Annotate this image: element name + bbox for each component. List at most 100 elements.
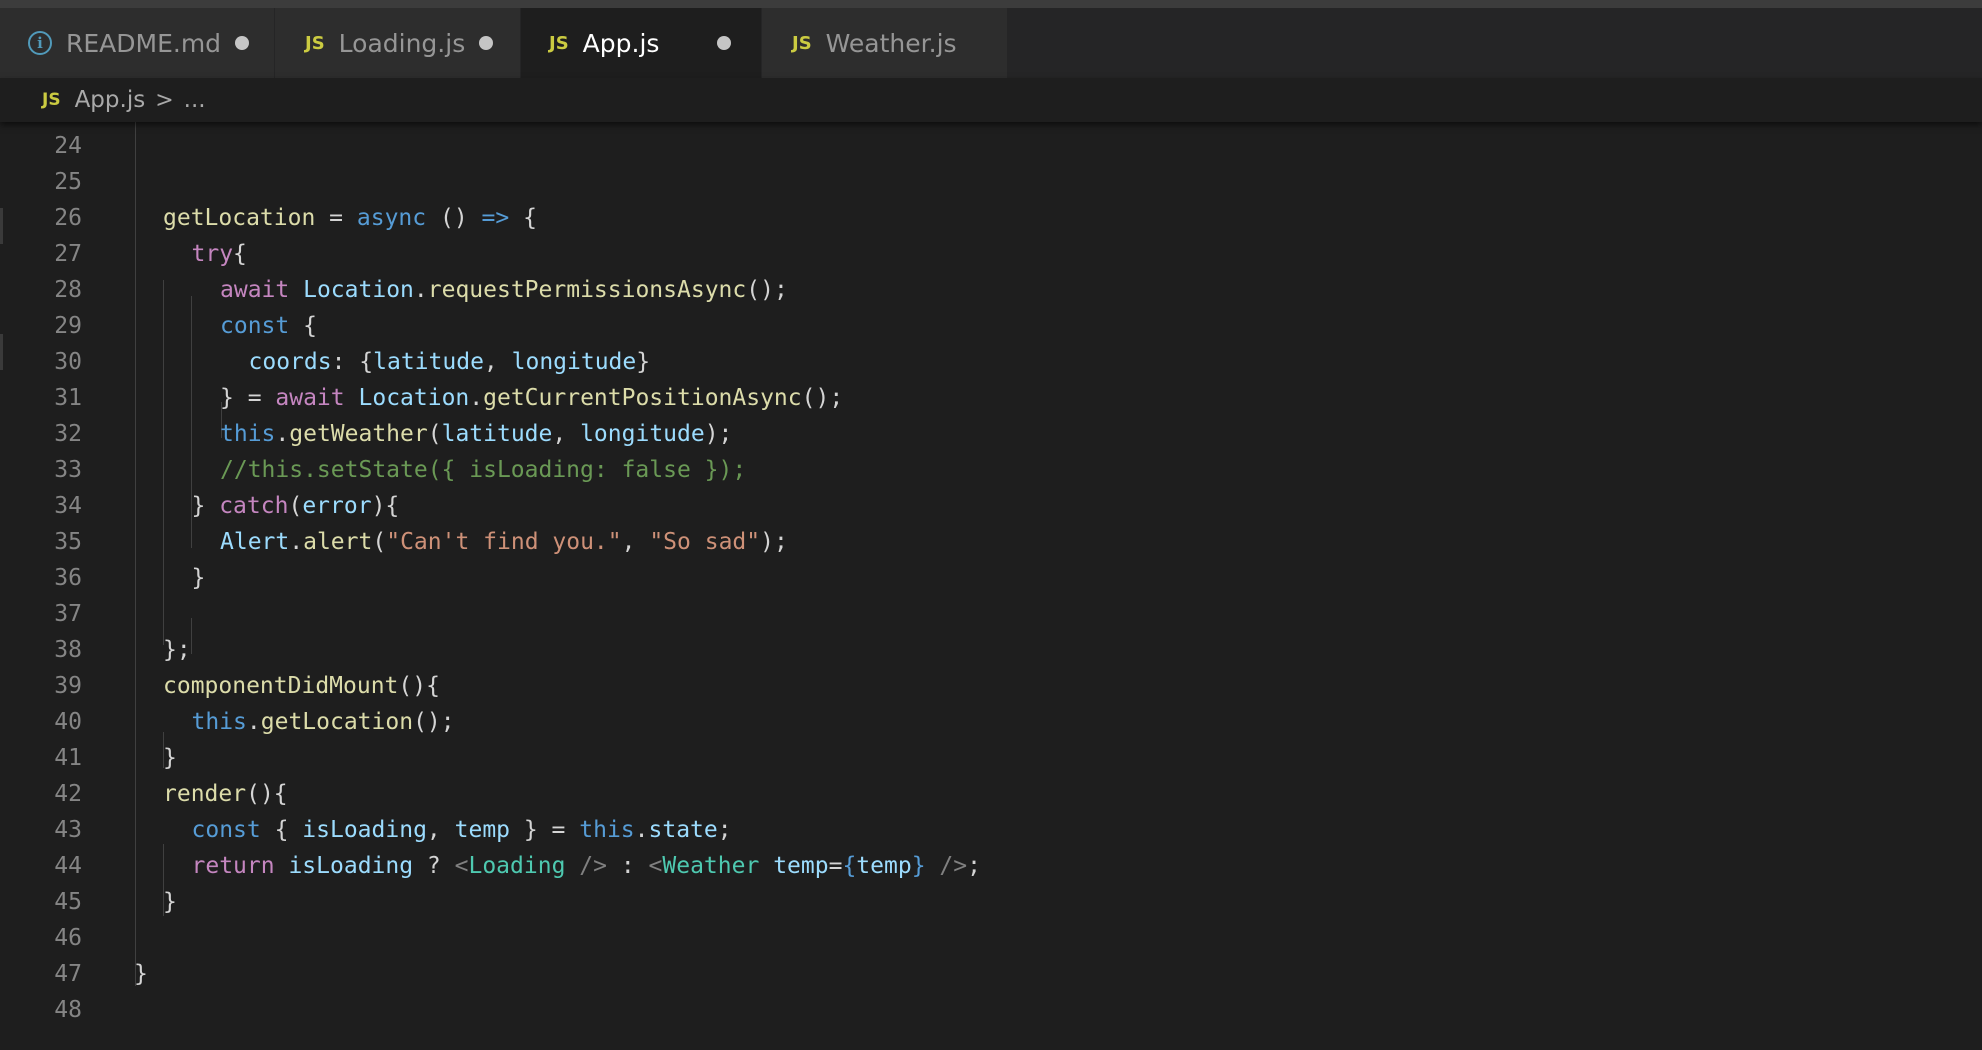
code-line[interactable]: 30 coords: {latitude, longitude} — [0, 344, 1982, 380]
code-token: = — [828, 853, 843, 879]
code-token: < — [454, 853, 469, 879]
code-token: { — [260, 817, 303, 843]
code-token: ? — [413, 853, 455, 879]
code-token: } — [191, 565, 206, 591]
line-number: 34 — [54, 493, 82, 519]
code-text: //this.setState({ isLoading: false }); — [220, 452, 746, 488]
js-file-icon: JS — [549, 32, 569, 54]
unsaved-dot-icon[interactable] — [235, 36, 249, 50]
line-number: 43 — [54, 817, 82, 843]
code-token: /> — [939, 853, 968, 879]
code-line[interactable]: 26 getLocation = async () => { — [0, 200, 1982, 236]
code-token: . — [469, 385, 484, 411]
code-token: getLocation — [260, 709, 414, 735]
code-token: (); — [413, 709, 455, 735]
line-number: 28 — [54, 277, 82, 303]
code-token: < — [648, 853, 663, 879]
code-token: () — [426, 205, 482, 231]
code-token: ){ — [371, 493, 400, 519]
code-token: ( — [427, 421, 442, 447]
code-token: (){ — [398, 673, 440, 699]
breadcrumb-file[interactable]: App.js — [75, 87, 146, 113]
code-line[interactable]: 38}; — [0, 632, 1982, 668]
code-text: this.getLocation(); — [192, 704, 455, 740]
line-number: 44 — [54, 853, 82, 879]
code-line[interactable]: 44 return isLoading ? <Loading /> : <Weat… — [0, 848, 1982, 884]
code-line[interactable]: 31} = await Location.getCurrentPositionA… — [0, 380, 1982, 416]
js-file-icon: JS — [305, 32, 325, 54]
code-text: } — [192, 560, 206, 596]
code-line[interactable]: 42 render(){ — [0, 776, 1982, 812]
code-token: state — [648, 817, 718, 843]
unsaved-dot-icon[interactable] — [479, 36, 493, 50]
code-line[interactable]: 35 Alert.alert("Can't find you.", "So sad… — [0, 524, 1982, 560]
code-line[interactable]: 37 — [0, 596, 1982, 632]
code-line[interactable]: 34} catch(error){ — [0, 488, 1982, 524]
code-token: { — [289, 313, 317, 339]
tab-weather[interactable]: JS Weather.js — [762, 8, 1008, 78]
code-token: { — [842, 853, 857, 879]
code-token: ( — [372, 529, 387, 555]
code-line[interactable]: 29 const { — [0, 308, 1982, 344]
code-token: , — [621, 529, 650, 555]
code-text: await Location.requestPermissionsAsync()… — [220, 272, 788, 308]
code-editor[interactable]: 23242526getLocation = async () => {27try… — [0, 116, 1982, 1050]
code-line[interactable]: 39 componentDidMount(){ — [0, 668, 1982, 704]
breadcrumb-symbols[interactable]: ... — [184, 87, 206, 113]
info-icon: i — [28, 31, 52, 55]
line-number: 36 — [54, 565, 82, 591]
code-token: } — [636, 349, 651, 375]
code-line[interactable]: 43 const { isLoading, temp } = this.state… — [0, 812, 1982, 848]
code-token: this — [191, 709, 247, 735]
tab-loading[interactable]: JS Loading.js — [275, 8, 521, 78]
code-line[interactable]: 33 //this.setState({ isLoading: false }); — [0, 452, 1982, 488]
code-token: //this.setState({ isLoading: false }); — [220, 457, 747, 483]
code-token: const — [191, 817, 261, 843]
code-line[interactable]: 48 — [0, 992, 1982, 1028]
tab-label: Weather.js — [825, 28, 957, 58]
code-line[interactable]: 28 await Location.requestPermissionsAsync… — [0, 272, 1982, 308]
line-number: 35 — [54, 529, 82, 555]
line-number: 47 — [54, 961, 82, 987]
line-number: 25 — [54, 169, 82, 195]
unsaved-dot-icon[interactable] — [717, 36, 731, 50]
code-line[interactable]: 36} — [0, 560, 1982, 596]
line-number: 30 — [54, 349, 82, 375]
code-token: alert — [303, 529, 373, 555]
code-line[interactable]: 41} — [0, 740, 1982, 776]
code-line[interactable]: 27 try{ — [0, 236, 1982, 272]
code-token: . — [289, 529, 304, 555]
code-line[interactable]: 32 this.getWeather(latitude, longitude); — [0, 416, 1982, 452]
tab-label: Loading.js — [338, 28, 466, 58]
breadcrumb: JS App.js > ... — [0, 78, 1982, 122]
code-token: (){ — [246, 781, 288, 807]
code-token: /> — [579, 853, 607, 879]
code-token: await — [275, 385, 345, 411]
code-text: render(){ — [163, 776, 288, 812]
tab-readme[interactable]: i README.md — [0, 8, 275, 78]
code-text: try{ — [192, 236, 247, 272]
code-token: Alert — [220, 529, 290, 555]
tab-app[interactable]: JS App.js — [521, 8, 762, 78]
code-token: }; — [163, 637, 191, 663]
tab-label: App.js — [582, 28, 660, 58]
code-token: Weather — [662, 853, 760, 879]
code-line[interactable]: 45} — [0, 884, 1982, 920]
code-token: isLoading — [288, 853, 414, 879]
line-number: 45 — [54, 889, 82, 915]
code-line[interactable]: 47} — [0, 956, 1982, 992]
code-token: , — [483, 349, 512, 375]
code-token: ); — [704, 421, 733, 447]
tab-label: README.md — [66, 28, 222, 58]
code-token: Location — [358, 385, 470, 411]
code-line[interactable]: 46 — [0, 920, 1982, 956]
code-line[interactable]: 25 — [0, 164, 1982, 200]
code-token: isLoading — [302, 817, 427, 843]
chevron-right-icon: > — [155, 87, 174, 113]
code-line[interactable]: 40 this.getLocation(); — [0, 704, 1982, 740]
code-line[interactable]: 24 — [0, 128, 1982, 164]
code-token: temp — [856, 853, 912, 879]
